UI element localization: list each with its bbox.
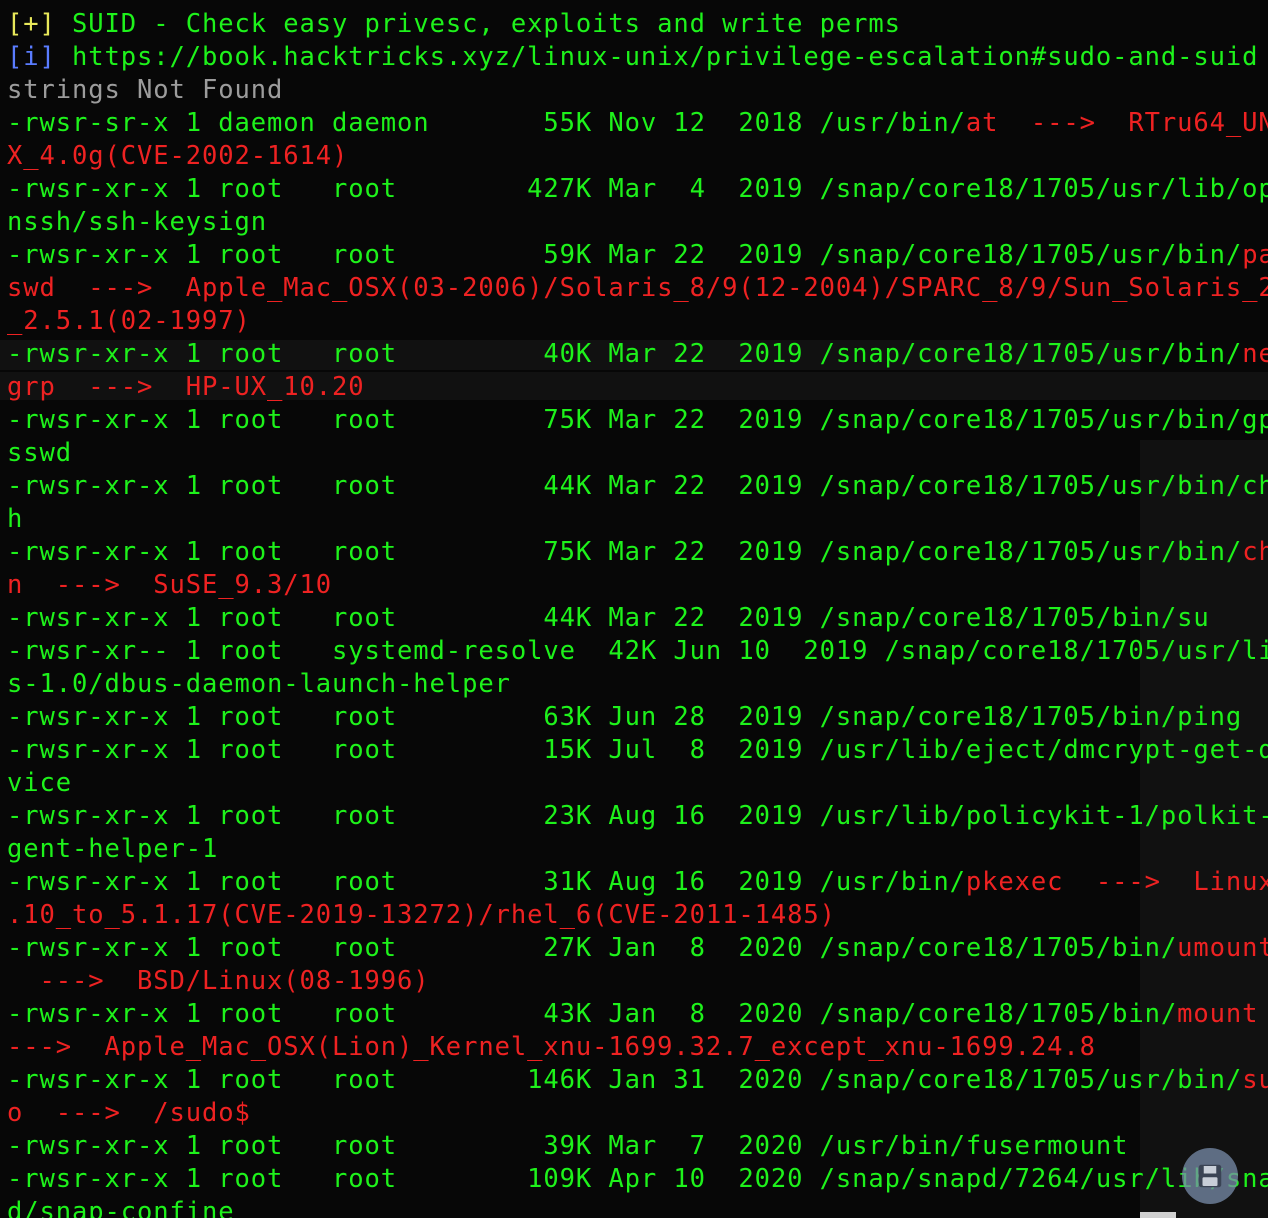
terminal-line: swd ---> Apple_Mac_OSX(03-2006)/Solaris_… [7, 272, 1268, 305]
terminal-window[interactable]: [+] SUID - Check easy privesc, exploits … [0, 0, 1268, 1218]
terminal-text-segment: grp ---> HP-UX_10.20 [7, 372, 365, 402]
terminal-text-segment: -rwsr-xr-x 1 root root 43K Jan 8 2020 /s… [7, 999, 1178, 1029]
terminal-line: ---> Apple_Mac_OSX(Lion)_Kernel_xnu-1699… [7, 1031, 1263, 1064]
terminal-text-segment: strings Not Found [7, 75, 284, 105]
terminal-text-segment: at ---> RTru64_UNI [965, 108, 1268, 138]
terminal-text-segment: gent-helper-1 [7, 834, 219, 864]
terminal-line: sswd [7, 437, 1263, 470]
terminal-text-segment: ---> BSD/Linux(08-1996) [7, 966, 430, 996]
terminal-text-segment: o ---> /sudo$ [7, 1098, 251, 1128]
terminal-output: [+] SUID - Check easy privesc, exploits … [7, 8, 1268, 1218]
terminal-text-segment: https://book.hacktricks.xyz/linux-unix/p… [72, 42, 1259, 72]
terminal-line: ---> BSD/Linux(08-1996) [7, 965, 1263, 998]
terminal-line: -rwsr-xr-x 1 root root 59K Mar 22 2019 /… [7, 239, 1268, 272]
terminal-text-segment: pas [1242, 240, 1268, 270]
terminal-line: d/snap-confine [7, 1196, 1263, 1218]
terminal-line: -rwsr-xr-x 1 root root 23K Aug 16 2019 /… [7, 800, 1268, 833]
terminal-text-segment: sswd [7, 438, 73, 468]
terminal-line: -rwsr-xr-x 1 root root 146K Jan 31 2020 … [7, 1064, 1268, 1097]
terminal-text-segment: -rwsr-xr-x 1 root root 23K Aug 16 2019 /… [7, 801, 1268, 831]
terminal-text-segment: -rwsr-xr-x 1 root root 427K Mar 4 2019 /… [7, 174, 1268, 204]
terminal-text-segment: -rwsr-xr-x 1 root root 15K Jul 8 2019 /u… [7, 735, 1268, 765]
terminal-text-segment: [i] [7, 42, 73, 72]
terminal-text-segment: SUID - Check easy privesc, exploits and … [72, 9, 901, 39]
save-icon [1198, 1164, 1222, 1188]
terminal-line: -rwsr-xr-x 1 root root 109K Apr 10 2020 … [7, 1163, 1268, 1196]
terminal-text-segment: -rwsr-xr-- 1 root systemd-resolve 42K Ju… [7, 636, 1268, 666]
terminal-line: .10_to_5.1.17(CVE-2019-13272)/rhel_6(CVE… [7, 899, 1263, 932]
terminal-line: -rwsr-xr-x 1 root root 15K Jul 8 2019 /u… [7, 734, 1268, 767]
terminal-line: nssh/ssh-keysign [7, 206, 1263, 239]
terminal-line: [i] https://book.hacktricks.xyz/linux-un… [7, 41, 1263, 74]
terminal-text-segment: -rwsr-xr-x 1 root root 31K Aug 16 2019 /… [7, 867, 966, 897]
terminal-line: -rwsr-xr-x 1 root root 75K Mar 22 2019 /… [7, 536, 1268, 569]
terminal-text-segment: mount [1177, 999, 1259, 1029]
terminal-text-segment: _2.5.1(02-1997) [7, 306, 251, 336]
terminal-line: _2.5.1(02-1997) [7, 305, 1263, 338]
terminal-line: h [7, 503, 1263, 536]
terminal-text-segment: nssh/ssh-keysign [7, 207, 268, 237]
terminal-text-segment: -rwsr-sr-x 1 daemon daemon 55K Nov 12 20… [7, 108, 966, 138]
terminal-text-segment: -rwsr-xr-x 1 root root 44K Mar 22 2019 /… [7, 471, 1268, 501]
terminal-line: o ---> /sudo$ [7, 1097, 1263, 1130]
terminal-line: gent-helper-1 [7, 833, 1263, 866]
terminal-text-segment: ---> Apple_Mac_OSX(Lion)_Kernel_xnu-1699… [7, 1032, 1096, 1062]
terminal-text-segment: -rwsr-xr-x 1 root root 109K Apr 10 2020 … [7, 1164, 1226, 1194]
terminal-line: n ---> SuSE_9.3/10 [7, 569, 1263, 602]
terminal-line: grp ---> HP-UX_10.20 [7, 371, 1263, 404]
terminal-text-segment: pkexec ---> Linux4 [965, 867, 1268, 897]
terminal-text-segment: d/snap-confine [7, 1197, 235, 1218]
terminal-text-segment: new [1242, 339, 1268, 369]
terminal-text-segment: -rwsr-xr-x 1 root root 27K Jan 8 2020 /s… [7, 933, 1178, 963]
terminal-text-segment: umount [1177, 933, 1268, 963]
terminal-text-segment: -rwsr-xr-x 1 root root 44K Mar 22 2019 /… [7, 603, 1210, 633]
terminal-line: X_4.0g(CVE-2002-1614) [7, 140, 1263, 173]
terminal-line: s-1.0/dbus-daemon-launch-helper [7, 668, 1263, 701]
terminal-line: -rwsr-xr-x 1 root root 44K Mar 22 2019 /… [7, 602, 1263, 635]
terminal-text-segment: -rwsr-xr-x 1 root root 39K Mar 7 2020 /u… [7, 1131, 1129, 1161]
terminal-text-segment: [+] [7, 9, 73, 39]
terminal-text-segment: n ---> SuSE_9.3/10 [7, 570, 333, 600]
save-button[interactable] [1182, 1148, 1238, 1204]
terminal-line: -rwsr-sr-x 1 daemon daemon 55K Nov 12 20… [7, 107, 1268, 140]
terminal-text-segment: sud [1242, 1065, 1268, 1095]
terminal-text-segment: h [7, 504, 24, 534]
terminal-text-segment: X_4.0g(CVE-2002-1614) [7, 141, 349, 171]
terminal-line: -rwsr-xr-x 1 root root 40K Mar 22 2019 /… [7, 338, 1268, 371]
horizontal-scrollbar[interactable] [1140, 1212, 1176, 1218]
terminal-line: [+] SUID - Check easy privesc, exploits … [7, 8, 1263, 41]
terminal-text-segment: -rwsr-xr-x 1 root root 75K Mar 22 2019 /… [7, 405, 1268, 435]
terminal-text-segment: -rwsr-xr-x 1 root root 63K Jun 28 2019 /… [7, 702, 1243, 732]
terminal-line: -rwsr-xr-x 1 root root 427K Mar 4 2019 /… [7, 173, 1268, 206]
terminal-text-segment: swd ---> Apple_Mac_OSX(03-2006)/Solaris_… [7, 273, 1268, 303]
terminal-line: -rwsr-xr-x 1 root root 63K Jun 28 2019 /… [7, 701, 1263, 734]
terminal-text-segment: -rwsr-xr-x 1 root root 40K Mar 22 2019 /… [7, 339, 1243, 369]
terminal-line: strings Not Found [7, 74, 1263, 107]
terminal-line: -rwsr-xr-x 1 root root 43K Jan 8 2020 /s… [7, 998, 1263, 1031]
terminal-line: -rwsr-xr-x 1 root root 44K Mar 22 2019 /… [7, 470, 1268, 503]
terminal-line: -rwsr-xr-x 1 root root 31K Aug 16 2019 /… [7, 866, 1268, 899]
terminal-text-segment: -rwsr-xr-x 1 root root 146K Jan 31 2020 … [7, 1065, 1243, 1095]
terminal-line: -rwsr-xr-x 1 root root 39K Mar 7 2020 /u… [7, 1130, 1263, 1163]
terminal-text-segment: -rwsr-xr-x 1 root root 75K Mar 22 2019 /… [7, 537, 1243, 567]
terminal-text-segment: chf [1242, 537, 1268, 567]
terminal-text-segment: .10_to_5.1.17(CVE-2019-13272)/rhel_6(CVE… [7, 900, 836, 930]
terminal-line: -rwsr-xr-x 1 root root 27K Jan 8 2020 /s… [7, 932, 1268, 965]
terminal-text-segment: -rwsr-xr-x 1 root root 59K Mar 22 2019 /… [7, 240, 1243, 270]
terminal-line: -rwsr-xr-x 1 root root 75K Mar 22 2019 /… [7, 404, 1268, 437]
terminal-line: -rwsr-xr-- 1 root systemd-resolve 42K Ju… [7, 635, 1268, 668]
terminal-line: vice [7, 767, 1263, 800]
terminal-text-segment: vice [7, 768, 73, 798]
terminal-text-segment: s-1.0/dbus-daemon-launch-helper [7, 669, 511, 699]
